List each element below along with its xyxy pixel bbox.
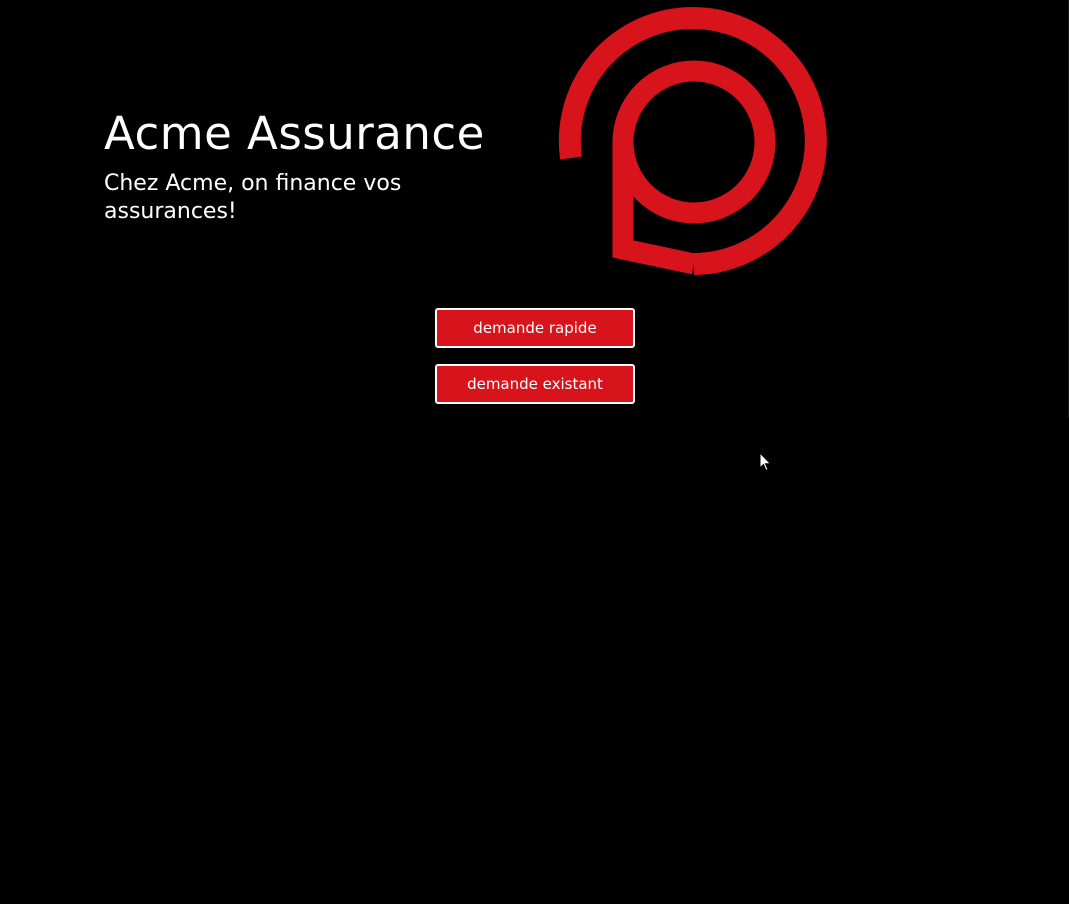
mouse-cursor-icon: [759, 452, 772, 472]
page-subtitle: Chez Acme, on finance vos assurances!: [104, 171, 402, 224]
landing-page: Acme Assurance Chez Acme, on finance vos…: [0, 0, 1069, 904]
existing-request-button[interactable]: demande existant: [435, 364, 635, 404]
quick-request-button[interactable]: demande rapide: [435, 308, 635, 348]
page-title: Acme Assurance: [104, 107, 485, 160]
brand-p-logo-icon: [558, 7, 827, 275]
